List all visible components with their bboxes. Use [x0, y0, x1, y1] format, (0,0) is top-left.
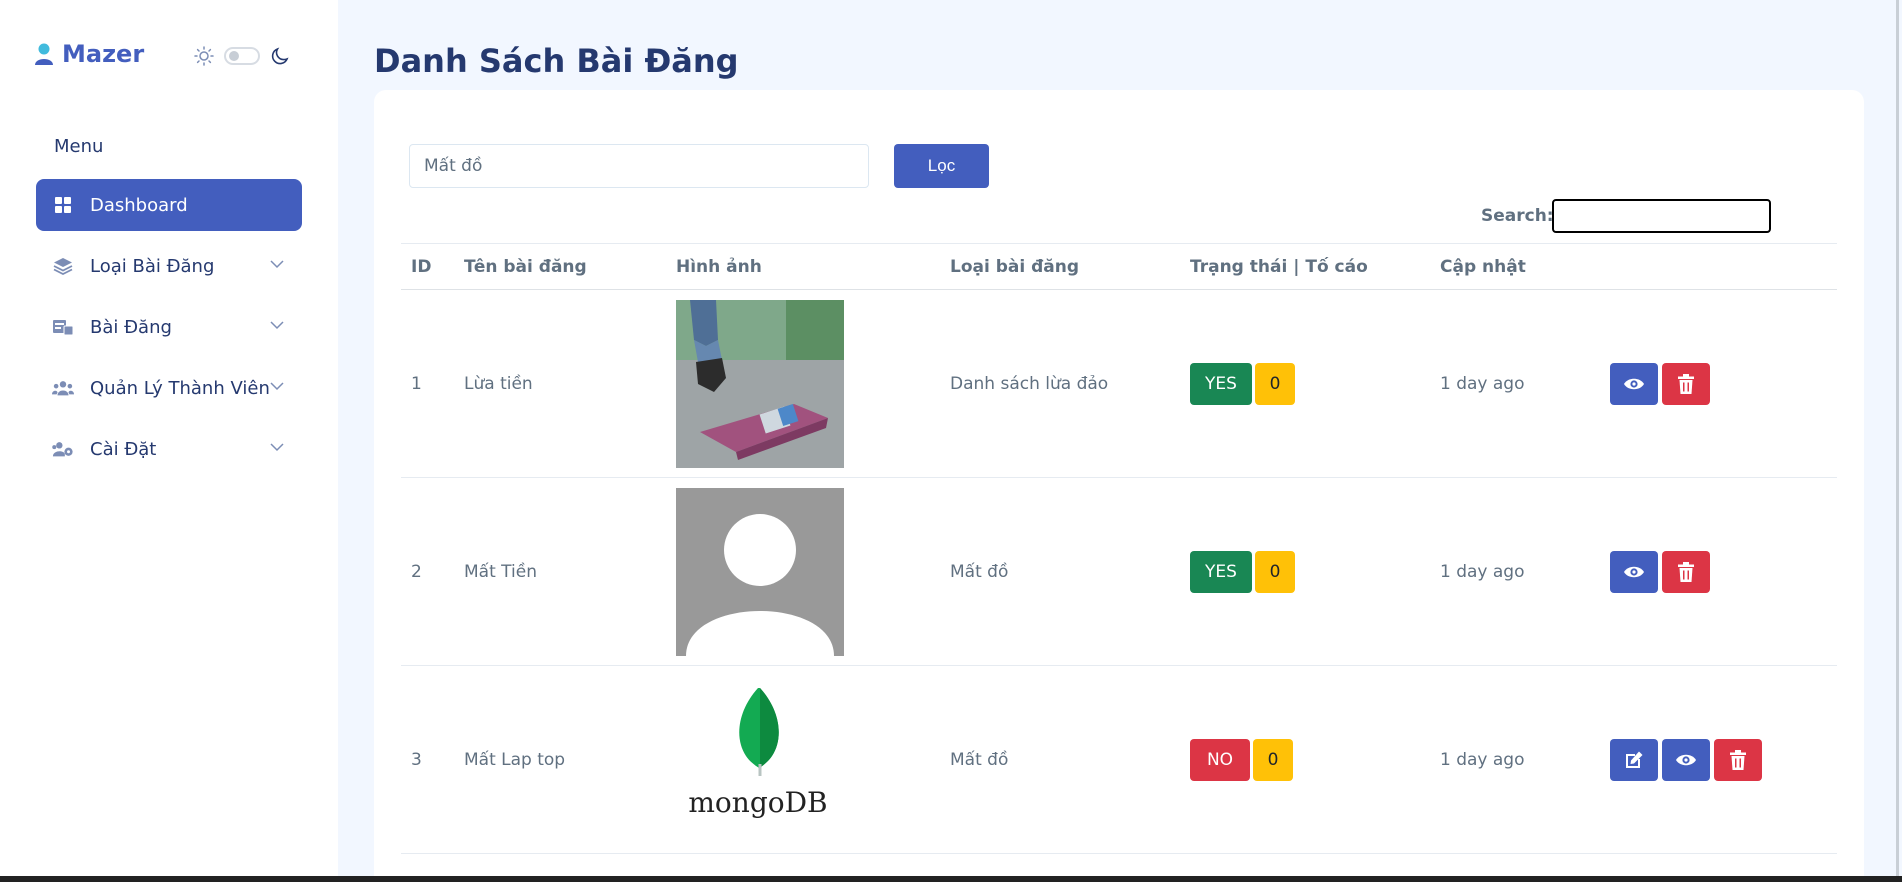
cell-id: 1 [401, 289, 454, 478]
filter-button[interactable]: Lọc [894, 144, 989, 188]
filter-input[interactable]: Mất đồ [409, 144, 869, 188]
moon-icon [271, 47, 289, 65]
sidebar-item-label: Dashboard [90, 194, 188, 216]
column-header-title[interactable]: Tên bài đăng [454, 243, 666, 290]
chevron-down-icon [270, 443, 284, 452]
cell-image [666, 477, 940, 666]
user-icon [35, 43, 53, 65]
layers-icon [52, 255, 74, 277]
grid-icon [52, 194, 74, 216]
bottom-edge [0, 876, 1902, 882]
cell-actions [1600, 477, 1837, 666]
view-button[interactable] [1610, 550, 1658, 593]
edit-icon [1626, 751, 1643, 768]
brand[interactable]: Mazer [34, 40, 144, 68]
mongodb-logo-text: mongoDB [688, 786, 827, 819]
sidebar-item-label: Loại Bài Đăng [90, 255, 215, 277]
column-header-actions [1600, 243, 1837, 290]
column-header-category[interactable]: Loại bài đăng [940, 243, 1180, 290]
theme-toggle [194, 46, 290, 66]
cell-title: Lừa tiền [454, 289, 666, 478]
chevron-down-icon [270, 321, 284, 330]
search-input[interactable] [1552, 199, 1771, 233]
cell-image [666, 289, 940, 478]
cell-id: 3 [401, 665, 454, 854]
wallet-photo [676, 299, 844, 468]
edit-button[interactable] [1610, 738, 1658, 781]
cell-status: NO 0 [1180, 665, 1430, 854]
cell-title: Mất Lap top [454, 665, 666, 854]
cell-updated: 1 day ago [1430, 477, 1600, 666]
cell-category: Mất đồ [940, 665, 1180, 854]
table-row: 1 Lừa tiền Danh sách lừa đảo YES 0 1 day… [401, 289, 1837, 478]
report-count-badge: 0 [1255, 362, 1295, 405]
delete-button[interactable] [1714, 738, 1762, 781]
cell-updated: 1 day ago [1430, 289, 1600, 478]
cell-category: Mất đồ [940, 477, 1180, 666]
status-badge[interactable]: NO [1190, 738, 1250, 781]
page-title: Danh Sách Bài Đăng [374, 42, 739, 80]
sidebar-item-posts[interactable]: Bài Đăng [36, 301, 302, 353]
avatar-placeholder [676, 487, 844, 656]
chevron-down-icon [270, 260, 284, 269]
posts-icon [52, 316, 74, 338]
delete-button[interactable] [1662, 550, 1710, 593]
scrollbar[interactable] [1896, 0, 1899, 876]
sidebar-item-label: Quản Lý Thành Viên [90, 377, 270, 399]
report-count-badge: 0 [1253, 738, 1293, 781]
eye-icon [1624, 378, 1644, 389]
users-gear-icon [52, 438, 74, 460]
theme-switch[interactable] [224, 47, 260, 65]
users-icon [52, 377, 74, 399]
cell-category: Danh sách lừa đảo [940, 289, 1180, 478]
status-badge[interactable]: YES [1190, 362, 1252, 405]
cell-status: YES 0 [1180, 289, 1430, 478]
table-row: 3 Mất Lap top mongoDB Mất đồ NO 0 1 day a… [401, 665, 1837, 854]
table-header-row: ID Tên bài đăng Hình ảnh Loại bài đăng T… [401, 243, 1837, 290]
mongodb-logo: mongoDB [676, 675, 844, 844]
sidebar-menu: Dashboard Loại Bài Đăng Bài Đăng Quản Lý… [36, 179, 302, 484]
status-badge[interactable]: YES [1190, 550, 1252, 593]
trash-icon [1730, 749, 1746, 770]
posts-card: Mất đồ Lọc Search: ID Tên bài đăng Hình … [374, 90, 1864, 882]
trash-icon [1678, 373, 1694, 394]
sun-icon [194, 46, 214, 66]
view-button[interactable] [1610, 362, 1658, 405]
delete-button[interactable] [1662, 362, 1710, 405]
column-header-id[interactable]: ID [401, 243, 454, 290]
cell-actions [1600, 289, 1837, 478]
brand-name: Mazer [62, 40, 145, 68]
cell-id: 2 [401, 477, 454, 666]
column-header-status[interactable]: Trạng thái | Tố cáo [1180, 243, 1430, 290]
search-label: Search: [1481, 206, 1554, 226]
switch-knob [229, 51, 239, 61]
sidebar: Mazer Menu Dashboard Loại Bài Đăng Bài Đ… [0, 0, 338, 882]
sidebar-item-members[interactable]: Quản Lý Thành Viên [36, 362, 302, 414]
sidebar-item-post-types[interactable]: Loại Bài Đăng [36, 240, 302, 292]
report-count-badge: 0 [1255, 550, 1295, 593]
column-header-updated[interactable]: Cập nhật [1430, 243, 1600, 290]
cell-status: YES 0 [1180, 477, 1430, 666]
cell-updated: 1 day ago [1430, 665, 1600, 854]
posts-table: ID Tên bài đăng Hình ảnh Loại bài đăng T… [401, 243, 1837, 854]
cell-image: mongoDB [666, 665, 940, 854]
eye-icon [1676, 754, 1696, 765]
column-header-image[interactable]: Hình ảnh [666, 243, 940, 290]
menu-title: Menu [54, 136, 104, 157]
cell-actions [1600, 665, 1837, 854]
view-button[interactable] [1662, 738, 1710, 781]
trash-icon [1678, 561, 1694, 582]
cell-title: Mất Tiền [454, 477, 666, 666]
sidebar-item-settings[interactable]: Cài Đặt [36, 423, 302, 475]
table-row: 2 Mất Tiền Mất đồ YES 0 1 day ago [401, 477, 1837, 666]
sidebar-item-label: Cài Đặt [90, 438, 157, 460]
eye-icon [1624, 566, 1644, 577]
sidebar-item-label: Bài Đăng [90, 316, 172, 338]
chevron-down-icon [270, 382, 284, 391]
sidebar-item-dashboard[interactable]: Dashboard [36, 179, 302, 231]
